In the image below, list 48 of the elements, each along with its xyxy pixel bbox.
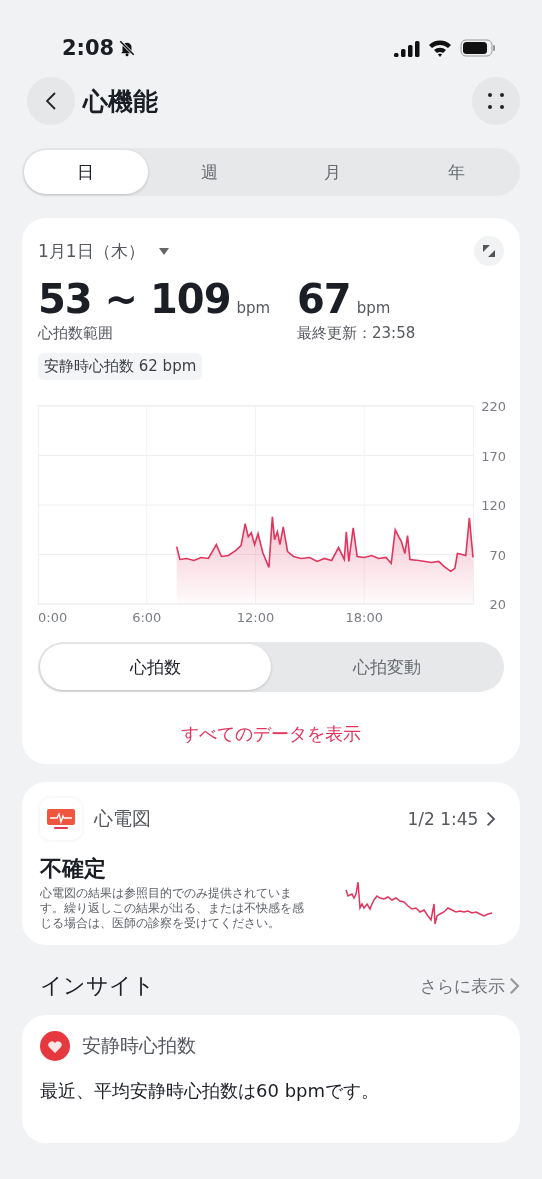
x-axis-label: 6:00 <box>132 610 162 625</box>
show-more-link[interactable]: さらに表示 <box>420 974 520 998</box>
muted-bell-icon <box>118 39 137 57</box>
battery-icon <box>460 39 496 57</box>
ecg-description: 心電図の結果は参照目的でのみ提供されています。繰り返しこの結果が出る、または不快感を感じる場合は、医師の診察を受けてください。 <box>40 886 305 931</box>
y-axis-label: 70 <box>489 547 506 563</box>
chevron-right-icon <box>486 811 496 827</box>
wifi-icon <box>428 39 452 57</box>
unit-label: bpm <box>236 299 271 317</box>
insight-title: 安静時心拍数 <box>82 1033 196 1058</box>
y-axis-label: 220 <box>481 400 506 414</box>
date-selector[interactable]: 1月1日（木） <box>38 239 169 263</box>
page-title: 心機能 <box>83 85 158 118</box>
latest-heart-rate: 67 <box>297 276 351 322</box>
ecg-result: 不確定 <box>40 855 107 883</box>
ecg-title: 心電図 <box>94 806 151 831</box>
more-button[interactable] <box>472 77 520 125</box>
dropdown-triangle-icon <box>158 247 169 255</box>
section-title: インサイト <box>40 972 155 1000</box>
insight-text: 最近、平均安静時心拍数は60 bpmです。 <box>40 1079 380 1103</box>
metric-tab[interactable]: 心拍変動 <box>271 644 502 690</box>
period-tab[interactable]: 週 <box>147 150 271 194</box>
resting-heart-rate-badge: 安静時心拍数 62 bpm <box>38 353 203 380</box>
period-tab[interactable]: 月 <box>271 150 395 194</box>
status-time: 2:08 <box>62 36 115 60</box>
signal-icon <box>394 39 420 57</box>
ecg-timestamp[interactable]: 1/2 1:45 <box>407 809 479 829</box>
y-axis-label: 20 <box>489 597 506 612</box>
last-updated-label: 最終更新：23:58 <box>297 324 416 343</box>
unit-label: bpm <box>356 299 391 317</box>
chevron-right-icon <box>509 977 520 995</box>
x-axis-label: 0:00 <box>38 610 68 625</box>
x-axis-label: 18:00 <box>345 610 383 625</box>
back-icon <box>46 92 56 110</box>
fullscreen-button[interactable] <box>474 236 504 266</box>
dots-grid-icon <box>486 91 506 111</box>
y-axis-label: 120 <box>481 498 506 513</box>
back-button[interactable] <box>27 77 75 125</box>
x-axis-label: 12:00 <box>236 610 275 625</box>
y-axis-label: 170 <box>481 448 506 464</box>
metric-tab[interactable]: 心拍数 <box>40 644 271 690</box>
show-all-data-link[interactable]: すべてのデータを表示 <box>38 722 504 746</box>
diagonal-arrows-icon <box>482 244 496 258</box>
heart-rate-range: 53 ~ 109 <box>38 276 231 322</box>
ecg-app-icon <box>40 798 82 840</box>
range-label: 心拍数範囲 <box>38 324 114 343</box>
period-tab[interactable]: 年 <box>394 150 518 194</box>
period-tab[interactable]: 日 <box>24 150 148 194</box>
